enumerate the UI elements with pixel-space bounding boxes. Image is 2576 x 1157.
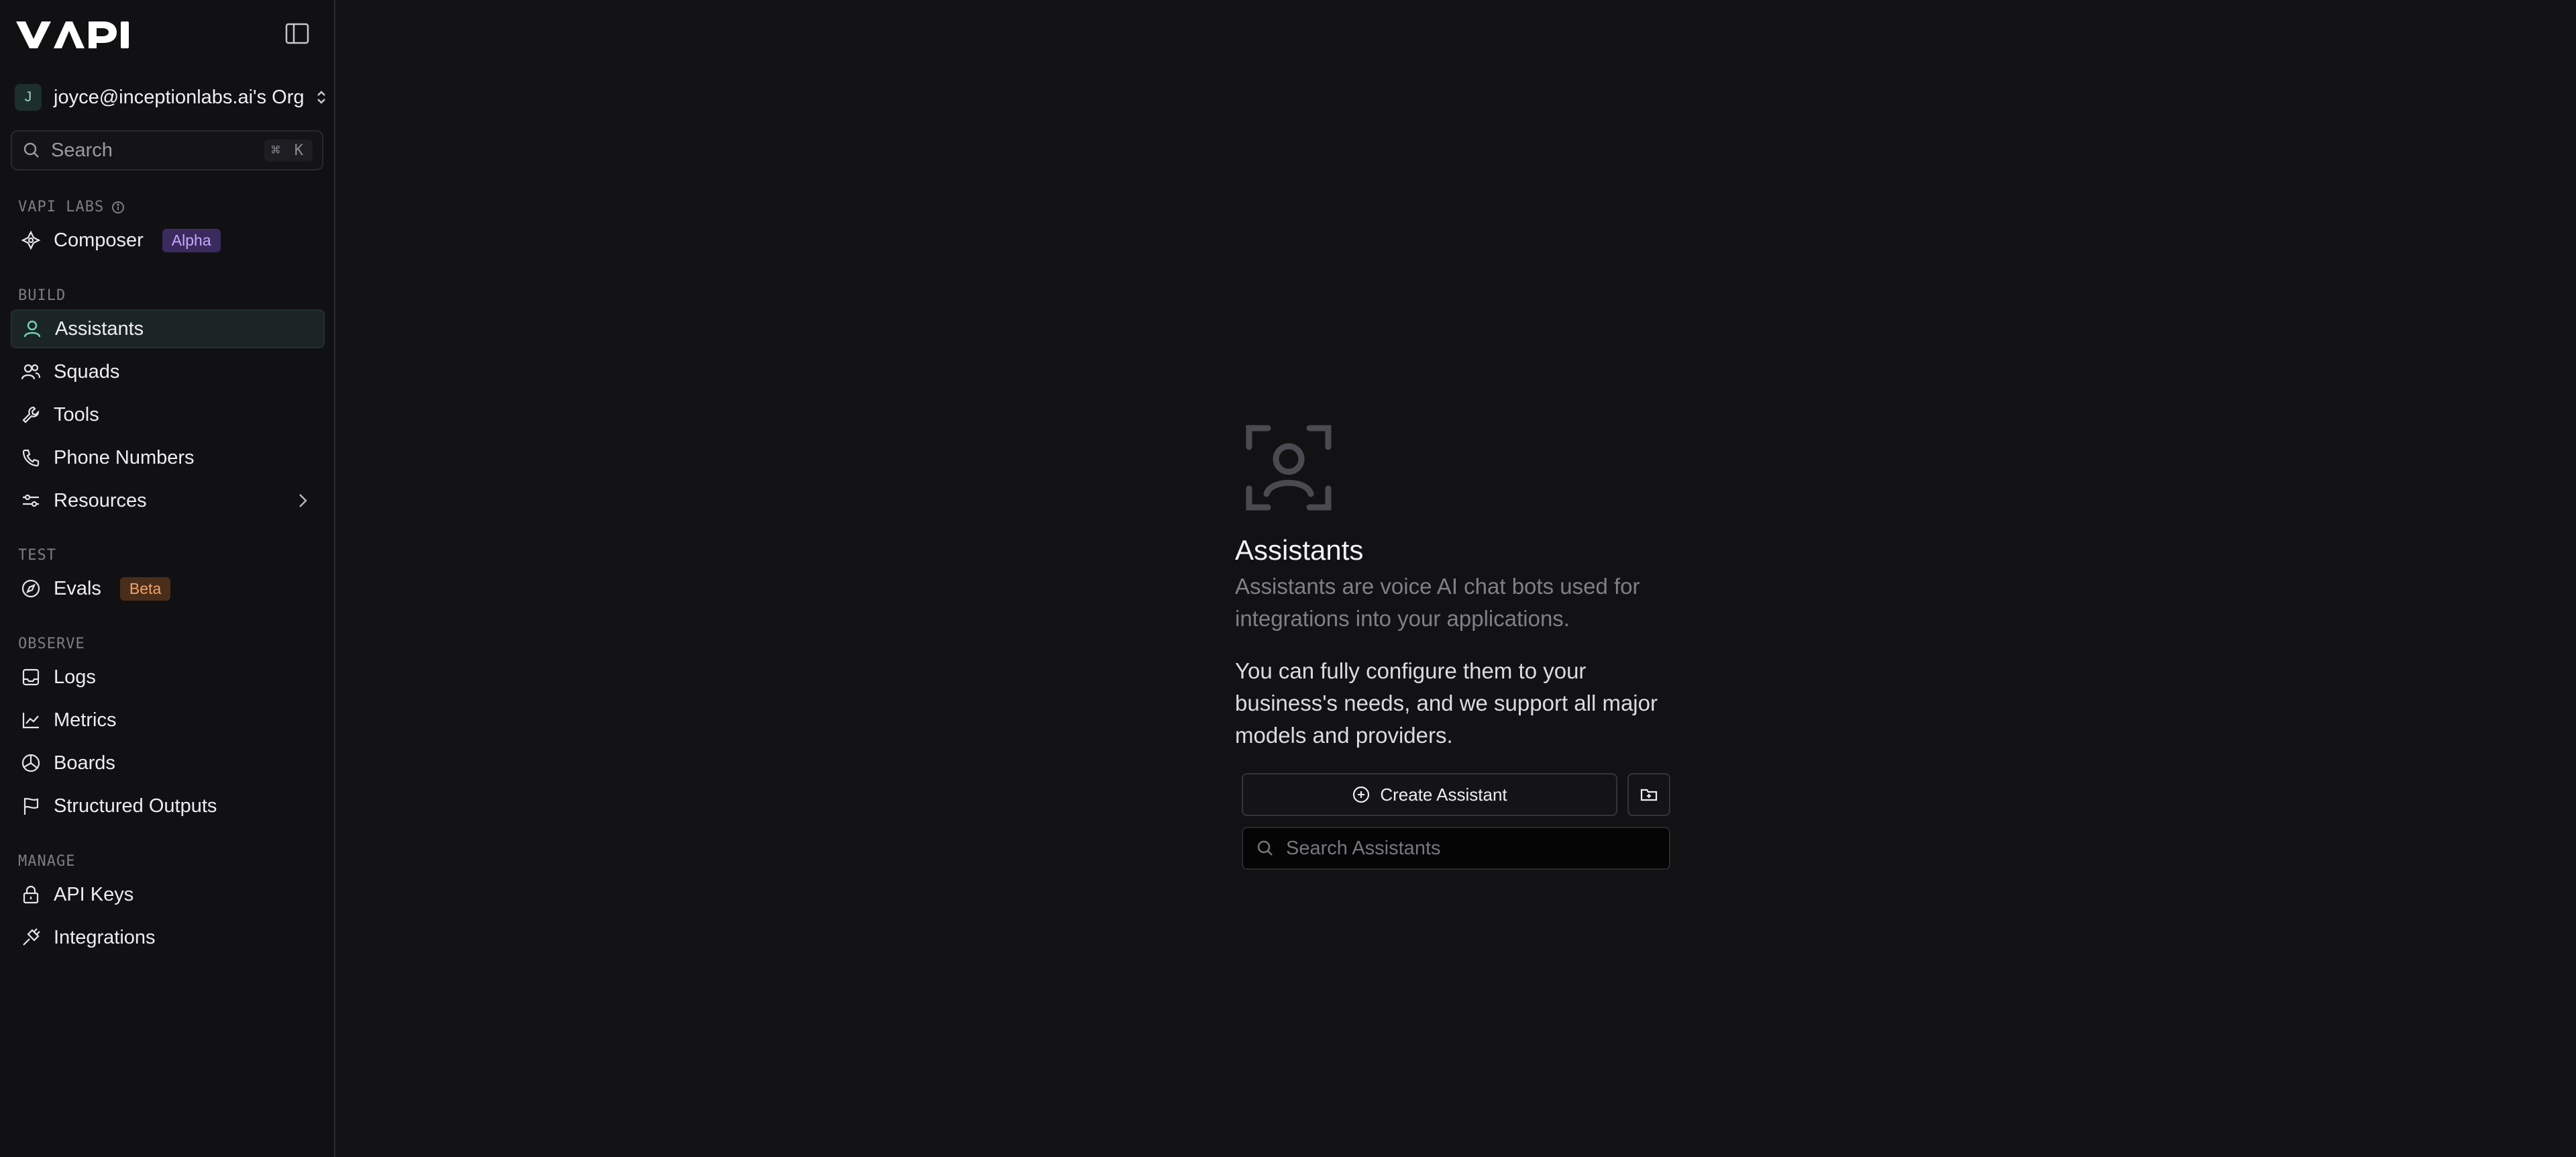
- sidebar-item-squads[interactable]: Squads: [11, 352, 325, 391]
- section-observe: OBSERVE: [18, 636, 85, 652]
- sidebar-item-label: Structured Outputs: [54, 795, 217, 817]
- sidebar-item-label: Logs: [54, 666, 96, 688]
- sidebar-item-structured-outputs[interactable]: Structured Outputs: [11, 787, 325, 825]
- sidebar-item-label: Assistants: [55, 317, 144, 340]
- search-assistants-input[interactable]: [1285, 836, 1669, 860]
- sidebar-item-tools[interactable]: Tools: [11, 395, 325, 434]
- info-icon[interactable]: [111, 200, 125, 215]
- vapi-logo[interactable]: [15, 17, 133, 51]
- sidebar-item-label: Composer: [54, 229, 144, 251]
- section-build: BUILD: [18, 287, 66, 304]
- chevron-right-icon: [299, 494, 307, 507]
- section-vapi-labs: VAPI LABS: [18, 199, 125, 215]
- sidebar-item-label: Metrics: [54, 709, 117, 731]
- wrench-icon: [22, 406, 40, 423]
- beta-badge: Beta: [119, 576, 171, 601]
- users-icon: [21, 364, 41, 380]
- section-test: TEST: [18, 547, 56, 564]
- search-label: Search: [51, 139, 113, 161]
- sliders-icon: [23, 494, 39, 507]
- flag-icon: [23, 798, 39, 815]
- pie-chart-icon: [21, 754, 40, 772]
- org-avatar: J: [15, 84, 42, 111]
- sidebar-item-logs[interactable]: Logs: [11, 658, 325, 697]
- sidebar-item-resources[interactable]: Resources: [11, 481, 325, 520]
- compass-icon: [21, 579, 40, 598]
- sidebar-item-label: Resources: [54, 489, 147, 511]
- create-assistant-button[interactable]: Create Assistant: [1242, 773, 1617, 816]
- sidebar-item-label: Phone Numbers: [54, 446, 195, 468]
- section-label: VAPI LABS: [18, 199, 105, 215]
- plug-icon: [23, 928, 40, 946]
- line-chart-icon: [22, 713, 39, 729]
- new-folder-button[interactable]: [1627, 773, 1670, 816]
- sidebar-item-composer[interactable]: Composer Alpha: [11, 221, 325, 260]
- create-assistant-label: Create Assistant: [1380, 784, 1507, 805]
- plus-circle-icon: [1353, 786, 1370, 803]
- sidebar-item-phone-numbers[interactable]: Phone Numbers: [11, 438, 325, 477]
- search-icon: [23, 142, 39, 158]
- sidebar-item-label: Squads: [54, 360, 120, 383]
- assistant-search[interactable]: [1242, 827, 1670, 870]
- org-name: joyce@inceptionlabs.ai's Org: [54, 86, 305, 108]
- user-icon: [23, 320, 41, 338]
- sidebar-item-assistants[interactable]: Assistants: [11, 309, 325, 348]
- page-title: Assistants: [1235, 534, 1364, 566]
- search-shortcut: ⌘ K: [264, 139, 313, 162]
- inbox-icon: [22, 668, 40, 686]
- sidebar-item-label: Integrations: [54, 926, 156, 948]
- sidebar-item-label: Tools: [54, 403, 99, 425]
- user-focus-icon: [1246, 425, 1332, 511]
- sidebar-search[interactable]: Search ⌘ K: [11, 130, 323, 170]
- sidebar-item-integrations[interactable]: Integrations: [11, 918, 325, 957]
- folder-plus-icon: [1640, 789, 1658, 801]
- page-description-details: You can fully configure them to your bus…: [1235, 658, 1658, 748]
- lock-icon: [23, 885, 39, 904]
- sidebar-item-label: API Keys: [54, 883, 134, 905]
- search-icon: [1257, 840, 1273, 856]
- org-switcher[interactable]: J joyce@inceptionlabs.ai's Org: [15, 83, 327, 111]
- page-description: Assistants are voice AI chat bots used f…: [1235, 574, 1640, 631]
- sidebar-item-api-keys[interactable]: API Keys: [11, 875, 325, 914]
- sidebar-item-label: Boards: [54, 752, 115, 774]
- composer-icon: [21, 230, 41, 250]
- alpha-badge: Alpha: [162, 228, 221, 252]
- sidebar-item-metrics[interactable]: Metrics: [11, 701, 325, 740]
- phone-icon: [22, 449, 40, 467]
- sidebar: J joyce@inceptionlabs.ai's Org Search ⌘ …: [0, 0, 335, 1157]
- sidebar-item-label: Evals: [54, 577, 101, 599]
- sidebar-toggle-icon[interactable]: [284, 22, 310, 45]
- section-manage: MANAGE: [18, 853, 76, 870]
- sidebar-item-boards[interactable]: Boards: [11, 744, 325, 783]
- chevron-up-down-icon: [317, 91, 325, 104]
- sidebar-item-evals[interactable]: Evals Beta: [11, 569, 325, 608]
